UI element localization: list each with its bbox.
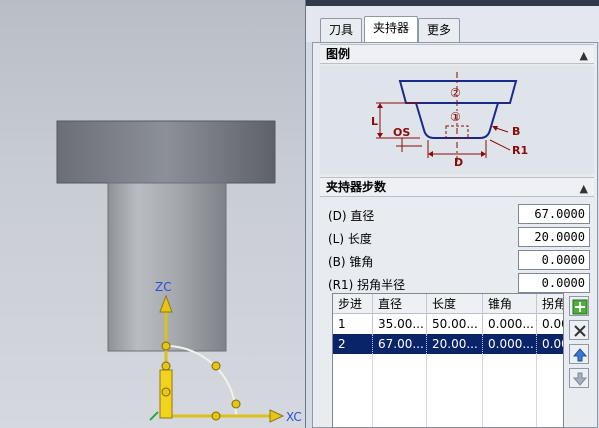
y-axis-stub: [149, 411, 159, 421]
tab-more[interactable]: 更多: [418, 18, 461, 42]
chevron-up-icon: ▲: [579, 49, 588, 62]
graphics-viewport[interactable]: ZC XC: [0, 0, 305, 428]
xc-axis-label: XC: [286, 410, 302, 424]
param-row-corner-radius: (R1) 拐角半径 0.0000: [328, 273, 590, 295]
col-header-step[interactable]: 步进: [333, 294, 373, 314]
dim-os-label: OS: [393, 126, 410, 139]
tab-holder[interactable]: 夹持器: [364, 16, 419, 43]
col-header-corner[interactable]: 拐角: [537, 294, 563, 314]
diagram-section-header[interactable]: 图例 ▲: [320, 44, 594, 64]
move-up-icon: [572, 348, 588, 362]
tab-tool[interactable]: 刀具: [320, 18, 363, 42]
dim-l-label: L: [371, 115, 378, 128]
cell-diameter: 67.00...: [373, 334, 427, 354]
cell-step: 2: [333, 334, 373, 354]
rotation-arc: [165, 345, 237, 417]
length-label: (L) 长度: [328, 232, 372, 246]
taper-angle-field[interactable]: 0.0000: [518, 250, 590, 270]
holder-steps-section-header[interactable]: 夹持器步数 ▲: [320, 177, 594, 197]
cell-length: 20.00...: [427, 334, 483, 354]
diameter-label: (D) 直径: [328, 209, 375, 223]
add-icon: [572, 299, 588, 315]
chevron-up-icon: ▲: [579, 182, 588, 195]
move-up-button[interactable]: [569, 344, 589, 364]
zc-axis-label: ZC: [155, 280, 172, 294]
cell-taper: 0.000...: [483, 334, 537, 354]
cell-taper: 0.000...: [483, 314, 537, 334]
corner-radius-field[interactable]: 0.0000: [518, 273, 590, 293]
delete-icon: [574, 325, 586, 337]
param-row-diameter: (D) 直径 67.0000: [328, 204, 590, 226]
holder-steps-table: 步进 直径 长度 锥角 拐角 1 35.00... 50.00... 0.000…: [332, 293, 564, 428]
holder-3d-view: ZC XC: [56, 120, 302, 424]
col-header-length[interactable]: 长度: [427, 294, 483, 314]
length-field[interactable]: 20.0000: [518, 227, 590, 247]
table-header: 步进 直径 长度 锥角 拐角: [333, 294, 563, 314]
add-step-button[interactable]: [569, 296, 589, 316]
col-header-diameter[interactable]: 直径: [373, 294, 427, 314]
table-row-selected[interactable]: 2 67.00... 20.00... 0.000... 0.00: [333, 334, 563, 354]
move-down-button[interactable]: [569, 368, 589, 388]
tab-strip: 刀具 夹持器 更多: [306, 6, 599, 43]
delete-step-button[interactable]: [569, 320, 589, 340]
diagram-section-title: 图例: [326, 47, 351, 61]
step-1-marker: ①: [450, 110, 461, 124]
cell-diameter: 35.00...: [373, 314, 427, 334]
move-down-icon: [572, 372, 588, 386]
holder-steps-section-title: 夹持器步数: [326, 180, 387, 194]
holder-step-2: [56, 120, 276, 184]
holder-diagram: L OS D B R1 ② ①: [320, 66, 594, 174]
dim-r1-label: R1: [512, 144, 528, 157]
dim-d-label: D: [454, 156, 463, 169]
step-2-marker: ②: [450, 86, 461, 100]
cell-corner: 0.00: [537, 314, 563, 334]
taper-angle-label: (B) 锥角: [328, 255, 374, 269]
param-row-length: (L) 长度 20.0000: [328, 227, 590, 249]
diameter-field[interactable]: 67.0000: [518, 204, 590, 224]
cell-length: 50.00...: [427, 314, 483, 334]
col-header-taper[interactable]: 锥角: [483, 294, 537, 314]
table-row[interactable]: 1 35.00... 50.00... 0.000... 0.00: [333, 314, 563, 334]
param-row-taper: (B) 锥角 0.0000: [328, 250, 590, 272]
dim-b-label: B: [512, 125, 520, 138]
x-axis-arrow: [269, 409, 285, 423]
cell-step: 1: [333, 314, 373, 334]
corner-radius-label: (R1) 拐角半径: [328, 278, 406, 292]
cell-corner: 0.00: [537, 334, 563, 354]
